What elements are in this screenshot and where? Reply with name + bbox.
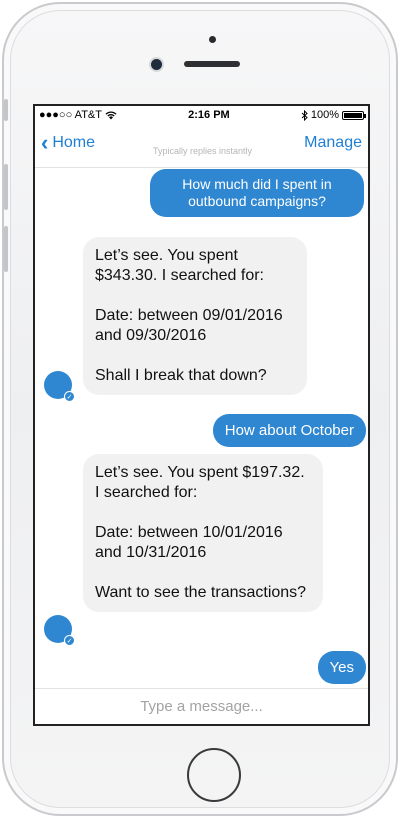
- verified-badge-icon: ✓: [64, 391, 75, 402]
- message-bubble-user: Yes: [317, 651, 366, 684]
- message-line: Let’s see. You spent $197.32. I searched…: [95, 464, 305, 501]
- nav-bar: ‹ Home Typically replies instantly Manag…: [35, 124, 368, 168]
- volume-up-button: [4, 164, 8, 210]
- message-list: How much did I spent in outbound campaig…: [35, 169, 368, 691]
- back-label: Home: [52, 134, 96, 151]
- volume-down-button: [4, 226, 8, 272]
- verified-badge-icon: ✓: [64, 635, 75, 646]
- battery-percent: 100%: [310, 109, 339, 121]
- bluetooth-icon: [301, 109, 308, 121]
- status-bar: ●●●○○ AT&T 2:16 PM 100%: [35, 106, 368, 124]
- message-line: Want to see the transactions?: [95, 584, 307, 601]
- carrier-label: ●●●○○ AT&T: [39, 109, 102, 121]
- earpiece-speaker: [184, 61, 240, 67]
- message-text: How much did I spent in outbound campaig…: [182, 176, 332, 209]
- message-composer: [35, 688, 368, 724]
- wifi-icon: [105, 110, 117, 119]
- message-line: Shall I break that down?: [95, 367, 267, 384]
- message-input[interactable]: [35, 698, 368, 715]
- home-button[interactable]: [187, 748, 241, 802]
- battery-icon: [342, 110, 366, 120]
- status-time: 2:16 PM: [188, 109, 230, 121]
- message-text: How about October: [224, 422, 354, 439]
- bot-avatar: ✓: [44, 371, 75, 402]
- message-bubble-bot: Let’s see. You spent $343.30. I searched…: [83, 237, 307, 395]
- phone-screen: ●●●○○ AT&T 2:16 PM 100% ‹ Home Typically…: [33, 104, 370, 726]
- bot-avatar: ✓: [44, 615, 75, 646]
- message-line: Date: between 09/01/2016 and 09/30/2016: [95, 307, 283, 344]
- message-line: Let’s see. You spent $343.30. I searched…: [95, 247, 264, 284]
- proximity-sensor: [209, 36, 216, 43]
- message-bubble-user: How about October: [212, 414, 366, 447]
- chevron-left-icon: ‹: [41, 130, 49, 155]
- mute-switch: [4, 99, 8, 121]
- message-bubble-user: How much did I spent in outbound campaig…: [150, 169, 364, 217]
- message-text: Yes: [329, 659, 354, 676]
- message-line: Date: between 10/01/2016 and 10/31/2016: [95, 524, 283, 561]
- back-button[interactable]: ‹ Home: [41, 132, 95, 154]
- manage-button[interactable]: Manage: [304, 134, 362, 152]
- reply-time-subtitle: Typically replies instantly: [153, 146, 253, 156]
- message-bubble-bot: Let’s see. You spent $197.32. I searched…: [83, 454, 323, 612]
- front-camera: [151, 59, 162, 70]
